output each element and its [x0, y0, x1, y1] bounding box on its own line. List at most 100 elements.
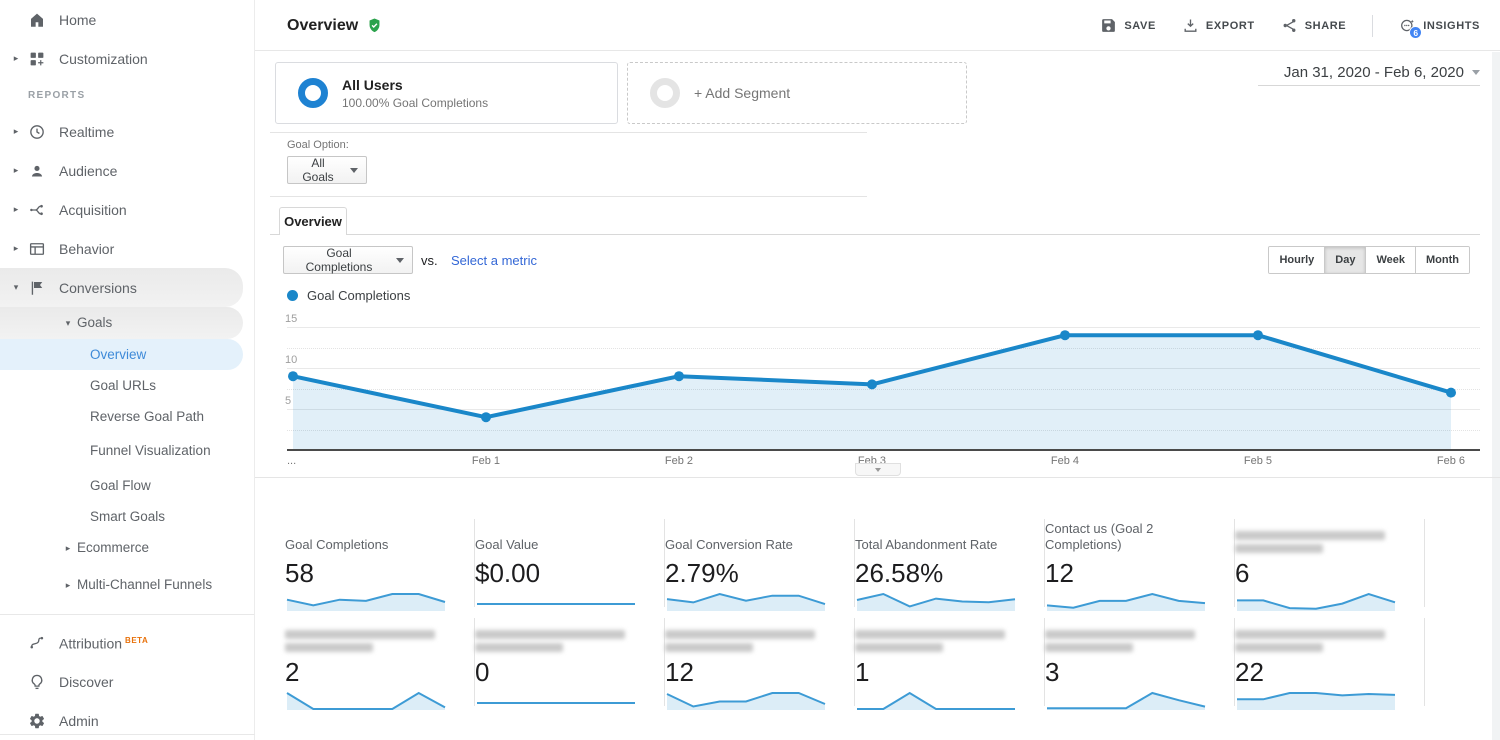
home-icon: [28, 11, 46, 29]
save-button[interactable]: SAVE: [1100, 17, 1156, 34]
insights-button[interactable]: 6INSIGHTS: [1399, 17, 1480, 34]
legend-dot-icon: [287, 290, 298, 301]
sidebar: Home▸CustomizationREPORTS▸Realtime▸Audie…: [0, 0, 255, 740]
metric-card-value: 26.58%: [855, 558, 1022, 588]
metric-card-total-abandonment-rate: Total Abandonment Rate26.58%: [855, 519, 1045, 607]
granularity-day[interactable]: Day: [1324, 247, 1365, 273]
chart-data-point[interactable]: [481, 412, 491, 422]
granularity-toggle: HourlyDayWeekMonth: [1268, 246, 1470, 274]
chart-data-point[interactable]: [1446, 388, 1456, 398]
metric-dropdown[interactable]: Goal Completions: [283, 246, 413, 274]
vs-label: vs.: [421, 253, 438, 268]
sidebar-item-conversions[interactable]: ▾Conversions: [0, 268, 243, 307]
sparkline-fill: [287, 594, 445, 611]
scrollbar[interactable]: [1492, 52, 1500, 740]
sidebar-item-funnel-visualization[interactable]: Funnel Visualization: [0, 432, 254, 470]
action-label: SHARE: [1305, 20, 1347, 32]
metric-card-value: 2.79%: [665, 558, 832, 588]
sparkline-fill: [1237, 693, 1395, 710]
page-title: Overview: [287, 17, 358, 35]
customization-icon: [28, 50, 46, 68]
segment-all-users[interactable]: All Users 100.00% Goal Completions: [275, 62, 618, 124]
share-button[interactable]: SHARE: [1281, 17, 1347, 34]
sidebar-item-realtime[interactable]: ▸Realtime: [0, 112, 254, 151]
chart-legend: Goal Completions: [287, 288, 410, 303]
x-axis-tick-label: Feb 4: [1035, 455, 1095, 467]
granularity-month[interactable]: Month: [1415, 247, 1469, 273]
sidebar-item-ecommerce[interactable]: ▸Ecommerce: [0, 532, 254, 564]
redacted-text-bar: [665, 630, 815, 639]
chevron-down-icon: [875, 468, 881, 472]
sparkline-chart: [285, 590, 447, 613]
redacted-text-bar: [1235, 544, 1323, 553]
conversions-icon: [28, 279, 46, 297]
metric-card: 3: [1045, 618, 1235, 706]
date-range-selector[interactable]: Jan 31, 2020 - Feb 6, 2020: [1258, 60, 1480, 86]
redacted-text-bar: [855, 630, 1005, 639]
goal-option-value: All Goals: [296, 156, 340, 184]
redacted-text-bar: [1235, 630, 1385, 639]
chart-data-point[interactable]: [674, 371, 684, 381]
sparkline-chart: [1045, 689, 1207, 712]
export-button[interactable]: EXPORT: [1182, 17, 1255, 34]
goal-option-dropdown[interactable]: All Goals: [287, 156, 367, 184]
chart-expander-button[interactable]: [855, 463, 901, 476]
granularity-hourly[interactable]: Hourly: [1269, 247, 1324, 273]
redacted-text-bar: [1045, 643, 1133, 652]
main-content: Overview SAVE EXPORT SHARE 6INSIGHTS All Us…: [255, 0, 1500, 740]
metric-card: 22: [1235, 618, 1425, 706]
metric-card-title-redacted: [475, 618, 642, 652]
sidebar-item-attribution[interactable]: AttributionBETA: [0, 623, 254, 662]
sidebar-item-goals[interactable]: ▾Goals: [0, 307, 243, 339]
sparkline-fill: [857, 693, 1015, 710]
sparkline-chart: [855, 590, 1017, 613]
sidebar-item-label: Goals: [77, 315, 112, 331]
metric-card-value: 22: [1235, 657, 1402, 687]
sidebar-item-customization[interactable]: ▸Customization: [0, 39, 254, 78]
export-icon: [1182, 17, 1199, 34]
verified-shield-icon: [366, 17, 383, 34]
redacted-text-bar: [855, 643, 943, 652]
x-axis-line: [287, 449, 1480, 451]
sidebar-item-audience[interactable]: ▸Audience: [0, 151, 254, 190]
sidebar-section-heading: REPORTS: [0, 78, 254, 112]
collapse-arrow-icon: ▾: [62, 318, 74, 329]
chart-data-point[interactable]: [867, 379, 877, 389]
select-a-metric-link[interactable]: Select a metric: [451, 253, 537, 268]
expand-arrow-icon: ▸: [10, 243, 22, 254]
granularity-week[interactable]: Week: [1365, 247, 1415, 273]
sidebar-item-label: Acquisition: [59, 202, 127, 218]
sidebar-item-label: Smart Goals: [90, 509, 165, 525]
redacted-text-bar: [1235, 643, 1323, 652]
action-label: SAVE: [1124, 20, 1156, 32]
sidebar-item-overview[interactable]: Overview: [0, 339, 243, 370]
sidebar-item-behavior[interactable]: ▸Behavior: [0, 229, 254, 268]
sidebar-item-home[interactable]: Home: [0, 0, 254, 39]
sidebar-item-goal-flow[interactable]: Goal Flow: [0, 470, 254, 501]
metric-card-value: 58: [285, 558, 452, 588]
metric-dropdown-value: Goal Completions: [292, 246, 386, 274]
sidebar-item-multi-channel-funnels[interactable]: ▸Multi-Channel Funnels: [0, 564, 254, 606]
metric-card-title: Goal Completions: [285, 519, 452, 553]
chart-data-point[interactable]: [288, 371, 298, 381]
expand-arrow-icon: ▸: [62, 543, 74, 554]
sidebar-item-label: Realtime: [59, 124, 114, 140]
sidebar-item-discover[interactable]: Discover: [0, 662, 254, 701]
sidebar-item-acquisition[interactable]: ▸Acquisition: [0, 190, 254, 229]
redacted-text-bar: [1235, 531, 1385, 540]
chart-data-point[interactable]: [1253, 330, 1263, 340]
action-label: EXPORT: [1206, 20, 1255, 32]
metric-card-value: 2: [285, 657, 452, 687]
tab-overview[interactable]: Overview: [279, 207, 347, 235]
sidebar-item-goal-urls[interactable]: Goal URLs: [0, 370, 254, 401]
metric-card-value: 6: [1235, 558, 1402, 588]
realtime-icon: [28, 123, 46, 141]
report-header: Overview SAVE EXPORT SHARE 6INSIGHTS: [255, 0, 1500, 51]
sparkline-chart: [475, 689, 637, 712]
sidebar-item-reverse-goal-path[interactable]: Reverse Goal Path: [0, 401, 254, 432]
metric-card-title: Contact us (Goal 2 Completions): [1045, 519, 1212, 553]
chart-data-point[interactable]: [1060, 330, 1070, 340]
sidebar-item-smart-goals[interactable]: Smart Goals: [0, 501, 254, 532]
add-segment-label: + Add Segment: [694, 85, 790, 101]
add-segment-button[interactable]: + Add Segment: [627, 62, 967, 124]
